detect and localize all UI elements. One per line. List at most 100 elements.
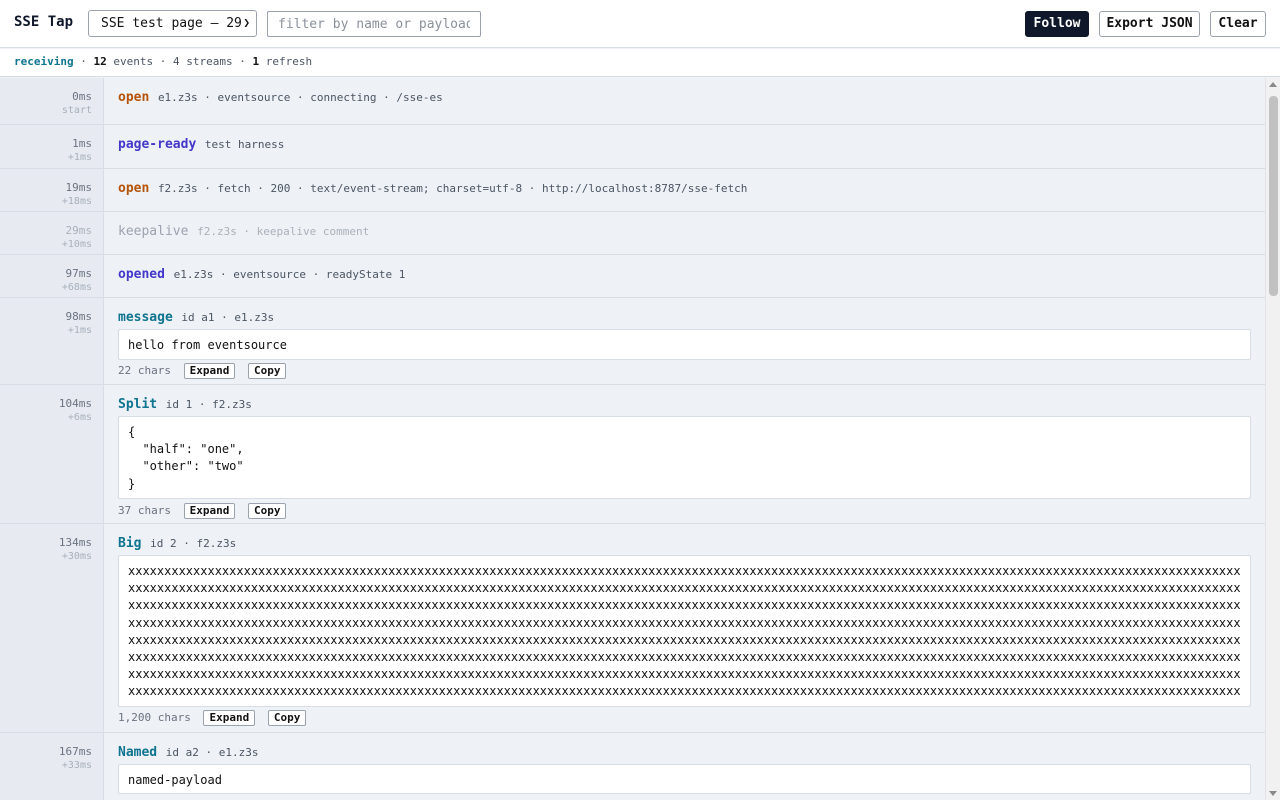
status-bar: receiving · 12 events · 4 streams · 1 re…: [0, 49, 1280, 77]
copy-button[interactable]: Copy: [267, 710, 307, 726]
payload-char-count: 37 chars: [118, 504, 171, 517]
event-time: 134ms: [58, 536, 92, 549]
event-name: Named: [118, 745, 158, 760]
event-info: e1.z3s · eventsource · readyState 1: [173, 268, 406, 281]
status-separator: ·: [159, 55, 167, 68]
event-time-gutter: 97ms +68ms: [0, 255, 104, 297]
event-row[interactable]: 0ms start open e1.z3s · eventsource · co…: [0, 78, 1265, 125]
filter-input[interactable]: [267, 11, 481, 37]
event-delta: +33ms: [61, 760, 92, 771]
event-time-gutter: 104ms +6ms: [0, 385, 104, 523]
event-name: opened: [118, 267, 165, 282]
event-info: id 2 · f2.z3s: [150, 537, 237, 550]
scroll-thumb[interactable]: [1269, 96, 1278, 296]
event-info: id 1 · f2.z3s: [165, 398, 252, 411]
event-info: f2.z3s · keepalive comment: [197, 225, 370, 238]
event-payload: xxxxxxxxxxxxxxxxxxxxxxxxxxxxxxxxxxxxxxxx…: [118, 555, 1251, 707]
event-info: f2.z3s · fetch · 200 · text/event-stream…: [157, 182, 748, 195]
event-name: Big: [118, 536, 142, 551]
toolbar: SSE Tap SSE test page — 29 ❯ Follow Expo…: [0, 0, 1280, 48]
event-delta: +1ms: [67, 152, 92, 163]
event-header: message id a1 · e1.z3s: [118, 310, 274, 325]
event-name: open: [118, 181, 150, 196]
event-delta: +10ms: [61, 239, 92, 250]
event-time-gutter: 167ms +33ms: [0, 733, 104, 800]
event-info: id a2 · e1.z3s: [165, 746, 259, 759]
event-time: 1ms: [72, 137, 92, 150]
event-time: 104ms: [58, 397, 92, 410]
copy-button[interactable]: Copy: [247, 363, 287, 379]
event-time-gutter: 29ms +10ms: [0, 212, 104, 254]
event-info: test harness: [204, 138, 285, 151]
event-time: 167ms: [58, 745, 92, 758]
payload-char-count: 22 chars: [118, 364, 171, 377]
log-scrollbar[interactable]: [1265, 78, 1280, 800]
scroll-up-icon[interactable]: [1269, 82, 1277, 87]
status-separator: ·: [80, 55, 87, 68]
event-time-gutter: 134ms +30ms: [0, 524, 104, 732]
chevron-down-icon: ❯: [243, 16, 250, 29]
app-title: SSE Tap: [14, 14, 74, 30]
event-row[interactable]: 19ms +18ms open f2.z3s · fetch · 200 · t…: [0, 169, 1265, 212]
streams-count: 4 streams: [172, 55, 233, 68]
event-name: Split: [118, 397, 158, 412]
event-header: Named id a2 · e1.z3s: [118, 745, 258, 760]
event-payload: hello from eventsource: [118, 329, 1251, 360]
event-row[interactable]: 134ms +30ms Big id 2 · f2.z3s xxxxxxxxxx…: [0, 524, 1265, 733]
event-time-gutter: 98ms +1ms: [0, 298, 104, 384]
expand-button[interactable]: Expand: [183, 503, 236, 519]
event-row[interactable]: 167ms +33ms Named id a2 · e1.z3s named-p…: [0, 733, 1265, 800]
status-state: receiving: [14, 55, 74, 68]
events-label: events: [113, 55, 154, 68]
event-name: page-ready: [118, 137, 197, 152]
event-header: page-ready test harness: [118, 137, 284, 152]
event-delta: start: [61, 105, 92, 116]
event-time: 29ms: [65, 224, 93, 237]
copy-button[interactable]: Copy: [247, 503, 287, 519]
event-payload: { "half": "one", "other": "two" }: [118, 416, 1251, 499]
stream-select[interactable]: SSE test page — 29 ❯: [88, 10, 257, 37]
event-header: Split id 1 · f2.z3s: [118, 397, 252, 412]
event-header: opened e1.z3s · eventsource · readyState…: [118, 267, 405, 282]
payload-char-count: 1,200 chars: [118, 711, 191, 724]
status-separator: ·: [239, 55, 246, 68]
refresh-count: 1: [252, 55, 260, 68]
stream-select-value: SSE test page — 29: [101, 16, 242, 31]
event-time: 19ms: [65, 181, 93, 194]
event-name: message: [118, 310, 173, 325]
event-info: id a1 · e1.z3s: [181, 311, 275, 324]
event-info: e1.z3s · eventsource · connecting · /sse…: [157, 91, 443, 104]
export-json-button[interactable]: Export JSON: [1099, 11, 1200, 37]
event-header: Big id 2 · f2.z3s: [118, 536, 236, 551]
event-time-gutter: 1ms +1ms: [0, 125, 104, 168]
events-count: 12: [93, 55, 107, 68]
follow-button[interactable]: Follow: [1025, 11, 1089, 37]
event-row[interactable]: 104ms +6ms Split id 1 · f2.z3s { "half":…: [0, 385, 1265, 524]
event-name: keepalive: [118, 224, 189, 239]
expand-button[interactable]: Expand: [203, 710, 256, 726]
event-row[interactable]: 98ms +1ms message id a1 · e1.z3s hello f…: [0, 298, 1265, 385]
event-delta: +68ms: [61, 282, 92, 293]
event-delta: +30ms: [61, 551, 92, 562]
event-delta: +18ms: [61, 196, 92, 207]
event-delta: +1ms: [67, 325, 92, 336]
event-row[interactable]: 29ms +10ms keepalive f2.z3s · keepalive …: [0, 212, 1265, 255]
event-log: 0ms start open e1.z3s · eventsource · co…: [0, 78, 1265, 800]
event-time-gutter: 19ms +18ms: [0, 169, 104, 211]
payload-meta: 1,200 chars Expand Copy: [118, 710, 307, 726]
event-header: open f2.z3s · fetch · 200 · text/event-s…: [118, 181, 747, 196]
event-name: open: [118, 90, 150, 105]
clear-button[interactable]: Clear: [1210, 11, 1266, 37]
event-row[interactable]: 97ms +68ms opened e1.z3s · eventsource ·…: [0, 255, 1265, 298]
event-payload: named-payload: [118, 764, 1251, 794]
scroll-down-icon[interactable]: [1269, 791, 1277, 796]
event-row[interactable]: 1ms +1ms page-ready test harness: [0, 125, 1265, 169]
event-time: 97ms: [65, 267, 93, 280]
event-time: 98ms: [65, 310, 93, 323]
event-header: keepalive f2.z3s · keepalive comment: [118, 224, 369, 239]
payload-meta: 37 chars Expand Copy: [118, 503, 287, 519]
event-time: 0ms: [72, 90, 92, 103]
event-delta: +6ms: [67, 412, 92, 423]
event-header: open e1.z3s · eventsource · connecting ·…: [118, 90, 443, 105]
expand-button[interactable]: Expand: [183, 363, 236, 379]
